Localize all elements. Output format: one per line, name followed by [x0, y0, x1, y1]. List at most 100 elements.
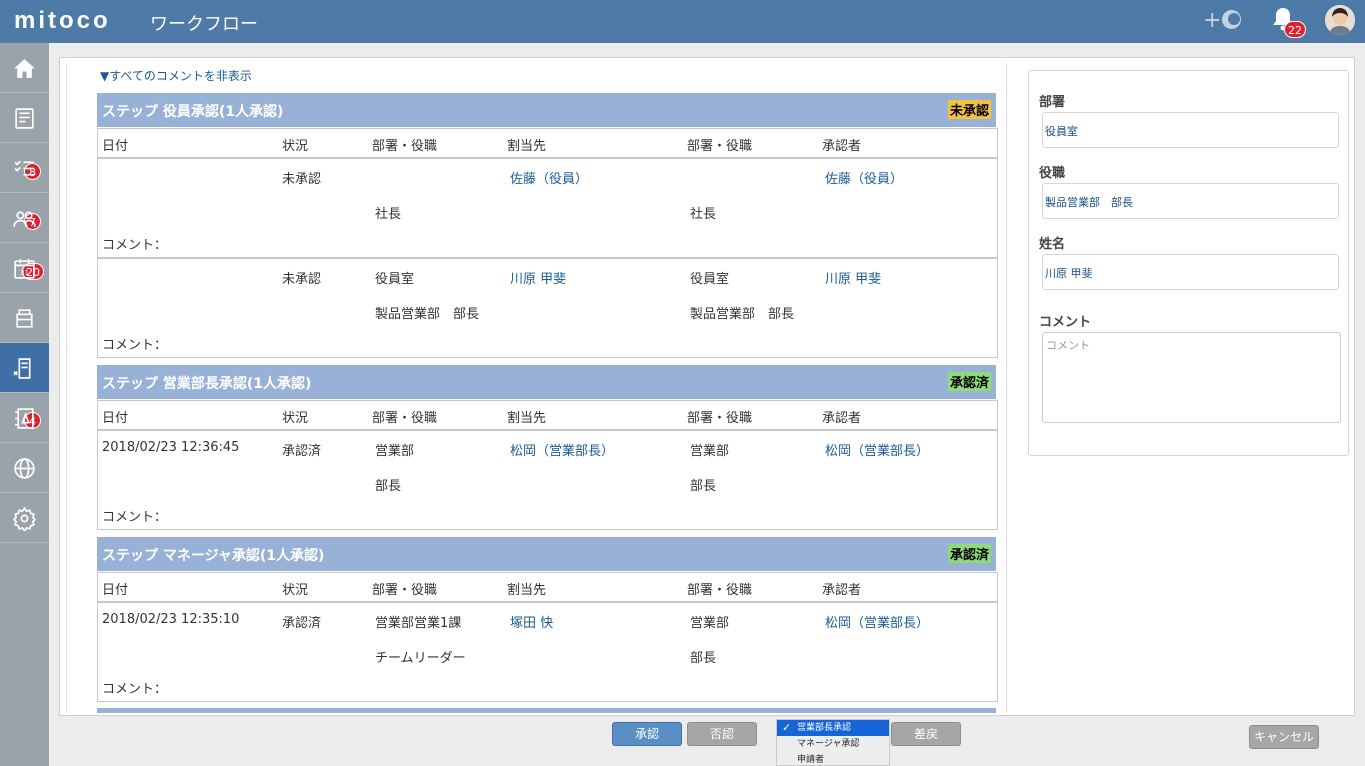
- approver-link[interactable]: 松岡（営業部長）: [825, 612, 929, 631]
- return-button[interactable]: 差戻: [891, 722, 961, 746]
- top-bar: mitoco ワークフロー + 22: [0, 0, 1365, 43]
- row-role: 部長: [690, 651, 717, 666]
- step-title: ステップ 役員承認(1人承認): [102, 104, 284, 120]
- comment-label: コメント：: [102, 338, 168, 353]
- row-role: 部長: [375, 479, 402, 494]
- assignee-link[interactable]: 塚田 快: [510, 612, 553, 631]
- row-role: 社長: [375, 207, 402, 222]
- svg-text:31: 31: [20, 268, 29, 277]
- workflow-icon: [13, 358, 31, 379]
- row-dept: 営業部: [690, 616, 730, 631]
- row-dept: 役員室: [690, 272, 730, 287]
- row-state: 承認済: [282, 444, 322, 459]
- sidebar-item-report[interactable]: [0, 393, 49, 443]
- assignee-link[interactable]: 川原 甲斐: [510, 268, 566, 287]
- sidebar-item-todo[interactable]: [0, 143, 49, 193]
- col-approver: 承認者: [822, 411, 862, 426]
- col-state: 状況: [282, 411, 309, 426]
- row-role: 社長: [690, 207, 717, 222]
- step-header: ステップ マネージャ承認(1人承認) 承認済: [97, 537, 996, 571]
- todo-icon: [14, 160, 34, 176]
- title-field[interactable]: 製品営業部 部長: [1042, 183, 1339, 219]
- hide-comments-toggle[interactable]: ▼すべてのコメントを非表示: [100, 67, 252, 84]
- comment-label: コメント：: [102, 510, 168, 525]
- step-title: ステップ マネージャ承認(1人承認): [102, 548, 325, 564]
- comment-textarea[interactable]: コメント: [1042, 332, 1341, 423]
- cabinet-icon: [16, 309, 33, 328]
- moon-icon: [1222, 10, 1242, 29]
- col-dept: 部署・役職: [687, 411, 753, 426]
- sidebar-item-group[interactable]: [0, 193, 49, 243]
- col-state: 状況: [282, 583, 309, 598]
- sidebar-item-calendar[interactable]: 31: [0, 243, 49, 293]
- approver-link[interactable]: 松岡（営業部長）: [825, 440, 929, 459]
- add-theme-button[interactable]: +: [1203, 8, 1242, 33]
- row-state: 未承認: [282, 272, 322, 287]
- column-header-row: 日付 状況 部署・役職 割当先 部署・役職 承認者: [97, 128, 998, 158]
- col-dept: 部署・役職: [372, 583, 438, 598]
- step-status-badge: 承認済: [947, 372, 991, 391]
- row-role: 製品営業部 部長: [375, 307, 480, 322]
- row-role: チームリーダー: [375, 651, 466, 666]
- approve-button[interactable]: 承認: [612, 722, 682, 746]
- reject-button[interactable]: 否認: [687, 722, 757, 746]
- col-dept: 部署・役職: [687, 583, 753, 598]
- return-option[interactable]: 営業部長承認: [777, 720, 889, 736]
- approval-form-panel: 部署 役員室 役職 製品営業部 部長 姓名 川原 甲斐 コメント コメント: [1028, 70, 1349, 456]
- news-icon: [15, 108, 34, 129]
- step-header: ステップ 営業部長承認(1人承認) 承認済: [97, 365, 996, 399]
- column-header-row: 日付 状況 部署・役職 割当先 部署・役職 承認者: [97, 572, 998, 602]
- globe-icon: [14, 458, 35, 479]
- approver-link[interactable]: 川原 甲斐: [825, 268, 881, 287]
- cancel-button[interactable]: キャンセル: [1249, 725, 1319, 749]
- sidebar-item-news[interactable]: [0, 93, 49, 143]
- col-dept: 部署・役職: [372, 139, 438, 154]
- col-assignee: 割当先: [507, 411, 547, 426]
- report-icon: [15, 408, 34, 429]
- sidebar-item-cabinet[interactable]: [0, 293, 49, 343]
- assignee-link[interactable]: 佐藤（役員）: [510, 168, 588, 187]
- assignee-link[interactable]: 松岡（営業部長）: [510, 440, 614, 459]
- col-assignee: 割当先: [507, 583, 547, 598]
- table-row: 未承認 社長 佐藤（役員） 社長 佐藤（役員） コメント：: [97, 158, 998, 258]
- sidebar-item-settings[interactable]: [0, 493, 49, 543]
- app-title: ワークフロー: [150, 14, 258, 35]
- return-option[interactable]: 申請者: [777, 752, 889, 765]
- row-state: 未承認: [282, 172, 322, 187]
- sidebar-item-globe[interactable]: [0, 443, 49, 493]
- row-date: 2018/02/23 12:36:45: [102, 440, 240, 455]
- approver-link[interactable]: 佐藤（役員）: [825, 168, 903, 187]
- col-date: 日付: [102, 411, 129, 426]
- dept-field[interactable]: 役員室: [1042, 112, 1339, 148]
- table-row: 2018/02/23 12:36:45 承認済 営業部 部長 松岡（営業部長） …: [97, 430, 998, 530]
- step-status-badge: 承認済: [947, 544, 991, 563]
- title-label: 役職: [1039, 166, 1066, 181]
- col-approver: 承認者: [822, 583, 862, 598]
- row-dept: 営業部: [375, 444, 415, 459]
- col-dept: 部署・役職: [372, 411, 438, 426]
- table-row: 2018/02/23 12:35:10 承認済 営業部営業1課 チームリーダー …: [97, 602, 998, 702]
- user-avatar[interactable]: [1325, 5, 1355, 35]
- calendar-icon: 31: [14, 259, 35, 279]
- row-dept: 役員室: [375, 272, 415, 287]
- step-header: ステップ 役員承認(1人承認) 未承認: [97, 93, 996, 127]
- col-date: 日付: [102, 583, 129, 598]
- row-state: 承認済: [282, 616, 322, 631]
- sidebar-item-workflow[interactable]: [0, 343, 49, 393]
- col-dept: 部署・役職: [687, 139, 753, 154]
- return-option[interactable]: マネージャ承認: [777, 736, 889, 752]
- row-date: 2018/02/23 12:35:10: [102, 612, 240, 627]
- group-icon: [13, 211, 36, 227]
- sidebar-item-home[interactable]: [0, 43, 49, 93]
- col-state: 状況: [282, 139, 309, 154]
- row-role: 部長: [690, 479, 717, 494]
- name-field[interactable]: 川原 甲斐: [1042, 254, 1339, 290]
- comment-field-label: コメント: [1039, 315, 1092, 330]
- col-date: 日付: [102, 139, 129, 154]
- col-approver: 承認者: [822, 139, 862, 154]
- app-logo[interactable]: mitoco: [14, 7, 111, 35]
- sidebar: 8 7 20 31 4: [0, 43, 49, 766]
- dept-label: 部署: [1039, 95, 1066, 110]
- return-step-dropdown[interactable]: 営業部長承認 マネージャ承認 申請者: [776, 719, 890, 766]
- col-assignee: 割当先: [507, 139, 547, 154]
